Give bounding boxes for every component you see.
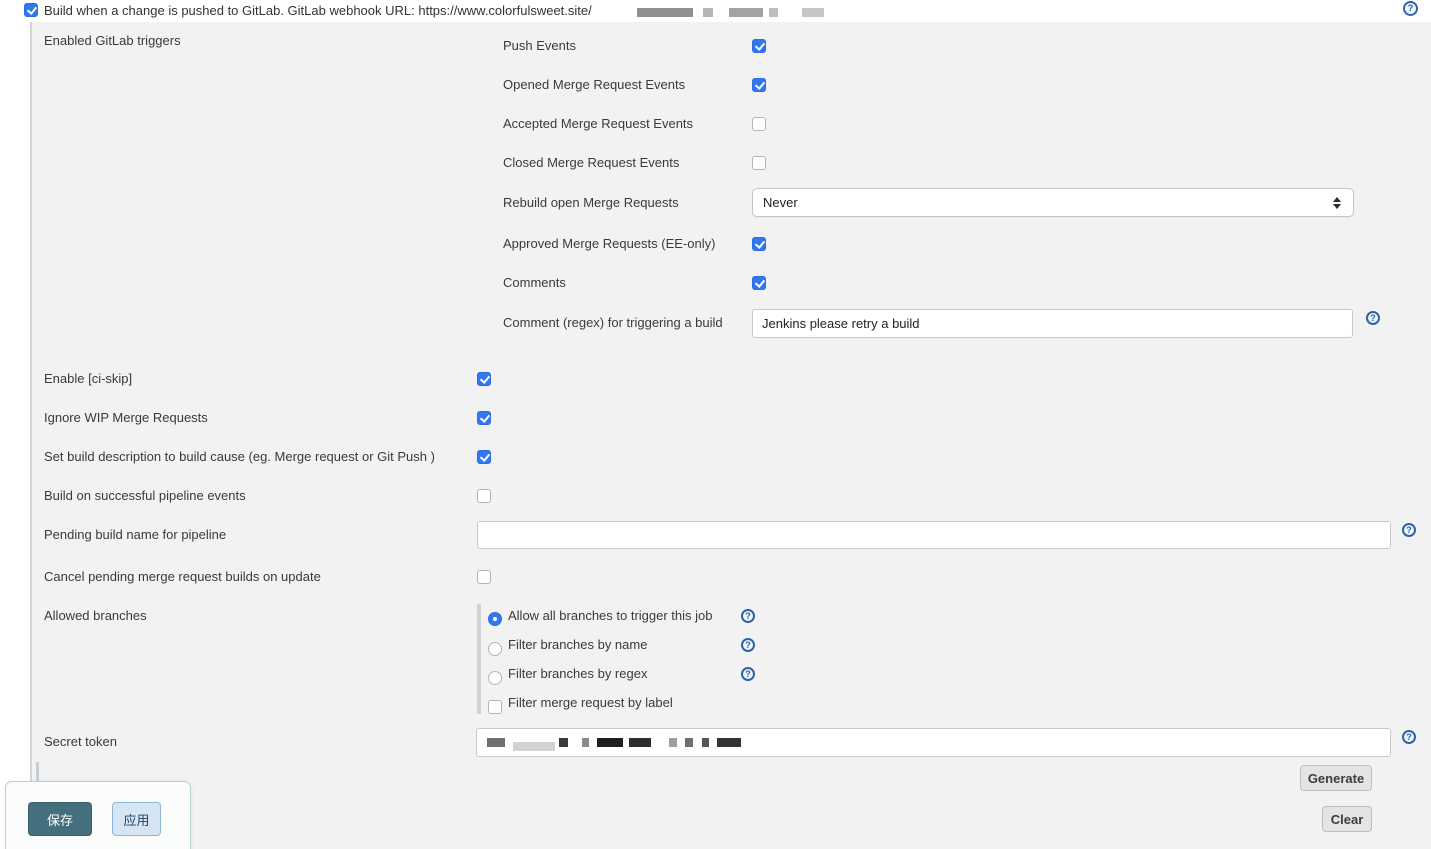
gitlab-trigger-config-page: Build when a change is pushed to GitLab.… <box>0 0 1431 849</box>
pipeline-events-label: Build on successful pipeline events <box>44 488 246 504</box>
enabled-triggers-label: Enabled GitLab triggers <box>44 33 181 49</box>
closed-mr-events-label: Closed Merge Request Events <box>503 155 679 171</box>
allow-all-branches-radio[interactable] <box>488 612 502 626</box>
cancel-pending-label: Cancel pending merge request builds on u… <box>44 569 321 585</box>
section-indent-line <box>36 762 39 782</box>
select-stepper-icon <box>1333 197 1343 209</box>
build-trigger-header-row: Build when a change is pushed to GitLab.… <box>0 0 1431 22</box>
allowed-branches-group-bar <box>477 604 481 714</box>
allow-all-branches-label: Allow all branches to trigger this job <box>508 608 713 624</box>
comment-regex-label: Comment (regex) for triggering a build <box>503 315 723 331</box>
help-icon[interactable] <box>741 667 755 681</box>
push-events-checkbox[interactable] <box>752 39 766 53</box>
accepted-mr-events-label: Accepted Merge Request Events <box>503 116 693 132</box>
accepted-mr-events-checkbox[interactable] <box>752 117 766 131</box>
help-icon[interactable] <box>741 609 755 623</box>
secret-token-label: Secret token <box>44 734 117 750</box>
apply-button[interactable]: 应用 <box>112 802 161 836</box>
help-icon[interactable] <box>1402 730 1416 744</box>
push-events-label: Push Events <box>503 38 576 54</box>
filter-mr-by-label-label: Filter merge request by label <box>508 695 673 711</box>
build-description-label: Set build description to build cause (eg… <box>44 449 435 465</box>
pipeline-events-checkbox[interactable] <box>477 489 491 503</box>
rebuild-open-mr-selected-value: Never <box>763 195 798 210</box>
ignore-wip-label: Ignore WIP Merge Requests <box>44 410 208 426</box>
clear-button[interactable]: Clear <box>1322 806 1372 832</box>
help-icon[interactable] <box>741 638 755 652</box>
generate-button[interactable]: Generate <box>1300 765 1372 791</box>
filter-branches-by-regex-radio[interactable] <box>488 671 502 685</box>
filter-branches-by-regex-label: Filter branches by regex <box>508 666 647 682</box>
help-icon[interactable] <box>1366 311 1380 325</box>
help-icon[interactable] <box>1402 523 1416 537</box>
comments-checkbox[interactable] <box>752 276 766 290</box>
build-trigger-title: Build when a change is pushed to GitLab.… <box>44 3 592 19</box>
filter-mr-by-label-checkbox[interactable] <box>488 700 502 714</box>
filter-branches-by-name-radio[interactable] <box>488 642 502 656</box>
opened-mr-events-checkbox[interactable] <box>752 78 766 92</box>
build-description-checkbox[interactable] <box>477 450 491 464</box>
approved-mr-checkbox[interactable] <box>752 237 766 251</box>
webhook-url-redacted <box>637 6 824 18</box>
approved-mr-label: Approved Merge Requests (EE-only) <box>503 236 715 252</box>
help-icon[interactable] <box>1403 1 1418 16</box>
filter-branches-by-name-label: Filter branches by name <box>508 637 647 653</box>
closed-mr-events-checkbox[interactable] <box>752 156 766 170</box>
comments-label: Comments <box>503 275 566 291</box>
trigger-section-panel <box>30 22 1431 849</box>
pending-build-name-label: Pending build name for pipeline <box>44 527 226 543</box>
ignore-wip-checkbox[interactable] <box>477 411 491 425</box>
comment-regex-input[interactable] <box>752 309 1353 338</box>
cancel-pending-checkbox[interactable] <box>477 570 491 584</box>
allowed-branches-label: Allowed branches <box>44 608 147 624</box>
ci-skip-label: Enable [ci-skip] <box>44 371 132 387</box>
rebuild-open-mr-label: Rebuild open Merge Requests <box>503 195 679 211</box>
pending-build-name-input[interactable] <box>477 521 1391 549</box>
rebuild-open-mr-select[interactable]: Never <box>752 188 1354 217</box>
opened-mr-events-label: Opened Merge Request Events <box>503 77 685 93</box>
ci-skip-checkbox[interactable] <box>477 372 491 386</box>
build-when-pushed-checkbox[interactable] <box>24 3 38 17</box>
save-button[interactable]: 保存 <box>28 802 92 836</box>
secret-token-redacted <box>487 728 1087 757</box>
